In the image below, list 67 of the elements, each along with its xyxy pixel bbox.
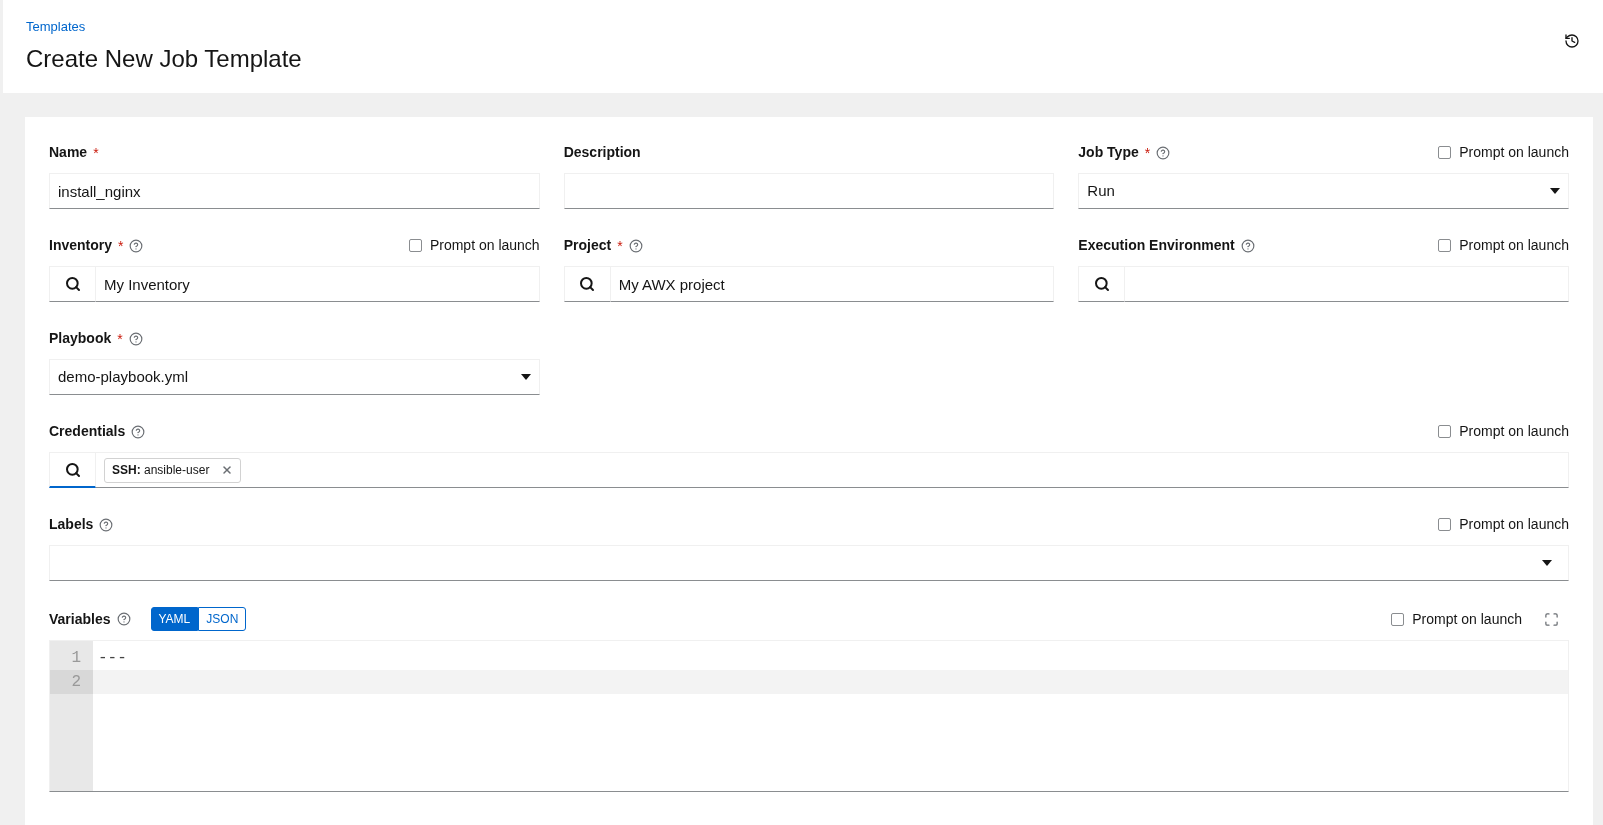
field-label: Variables xyxy=(49,609,111,629)
help-icon[interactable] xyxy=(1156,145,1171,160)
help-icon[interactable] xyxy=(128,331,143,346)
search-button[interactable] xyxy=(563,266,611,302)
field-label: Playbook xyxy=(49,329,112,348)
caret-icon xyxy=(1550,188,1560,194)
prompt-label: Prompt on launch xyxy=(1459,515,1569,534)
format-toggle[interactable]: YAML xyxy=(150,607,199,631)
field-label: Labels xyxy=(49,515,94,534)
code-line: --- xyxy=(97,648,128,669)
field-label: Inventory xyxy=(49,236,112,255)
lookup-field[interactable]: My AWX project xyxy=(610,266,1055,302)
caret-icon xyxy=(520,374,531,380)
text-field[interactable] xyxy=(563,173,1055,209)
prompt-label: Prompt on launch xyxy=(1459,236,1569,255)
required-mark: * xyxy=(1144,145,1151,160)
search-button[interactable] xyxy=(1078,266,1126,302)
help-icon[interactable] xyxy=(1240,238,1255,253)
checkbox[interactable] xyxy=(1438,518,1452,531)
text-field[interactable]: install_nginx xyxy=(49,173,540,209)
line-number: 1 xyxy=(70,648,82,669)
help-icon[interactable] xyxy=(99,517,114,532)
search-button[interactable] xyxy=(49,266,96,302)
breadcrumb-link[interactable]: Templates xyxy=(26,17,302,37)
prompt-label: Prompt on launch xyxy=(429,236,540,255)
required-mark: * xyxy=(93,145,99,160)
credential-chip: SSH: ansible-user xyxy=(104,457,242,483)
help-icon[interactable] xyxy=(628,238,643,253)
history-icon[interactable] xyxy=(1564,33,1580,49)
lookup-field[interactable]: My Inventory xyxy=(96,266,540,302)
search-icon xyxy=(64,461,81,478)
checkbox[interactable] xyxy=(1391,612,1405,626)
chip-field[interactable]: SSH: ansible-user xyxy=(96,452,1569,488)
select-field[interactable] xyxy=(49,545,1569,581)
line-number: 2 xyxy=(50,670,93,694)
field-label: Project xyxy=(563,236,612,255)
close-icon[interactable] xyxy=(221,464,234,476)
search-icon xyxy=(1093,276,1110,292)
lookup-field[interactable] xyxy=(1125,266,1569,302)
required-mark: * xyxy=(617,238,623,253)
format-toggle[interactable]: JSON xyxy=(198,607,247,631)
search-icon xyxy=(64,276,81,292)
prompt-label: Prompt on launch xyxy=(1459,143,1569,162)
prompt-label: Prompt on launch xyxy=(1412,609,1522,629)
field-label: Job Type xyxy=(1078,143,1139,162)
field-label: Credentials xyxy=(49,422,126,441)
caret-icon xyxy=(1542,560,1552,566)
select-field[interactable]: demo-playbook.yml xyxy=(49,359,540,395)
checkbox[interactable] xyxy=(1438,239,1452,252)
page-title: Create New Job Template xyxy=(26,43,302,74)
field-label: Name xyxy=(49,143,88,162)
required-mark: * xyxy=(117,331,123,346)
help-icon[interactable] xyxy=(116,612,131,626)
help-icon[interactable] xyxy=(129,238,144,253)
checkbox[interactable] xyxy=(408,239,422,252)
checkbox[interactable] xyxy=(1438,146,1452,159)
search-button[interactable] xyxy=(49,452,96,488)
help-icon[interactable] xyxy=(131,424,146,439)
field-label: Description xyxy=(563,143,641,162)
search-icon xyxy=(579,276,596,292)
expand-icon[interactable] xyxy=(1544,611,1559,627)
select-field[interactable]: Run xyxy=(1078,173,1569,209)
code-editor[interactable]: 1 2 --- xyxy=(49,640,1569,792)
checkbox[interactable] xyxy=(1438,425,1452,438)
required-mark: * xyxy=(118,238,124,253)
prompt-label: Prompt on launch xyxy=(1459,422,1569,441)
field-label: Execution Environment xyxy=(1078,236,1235,255)
